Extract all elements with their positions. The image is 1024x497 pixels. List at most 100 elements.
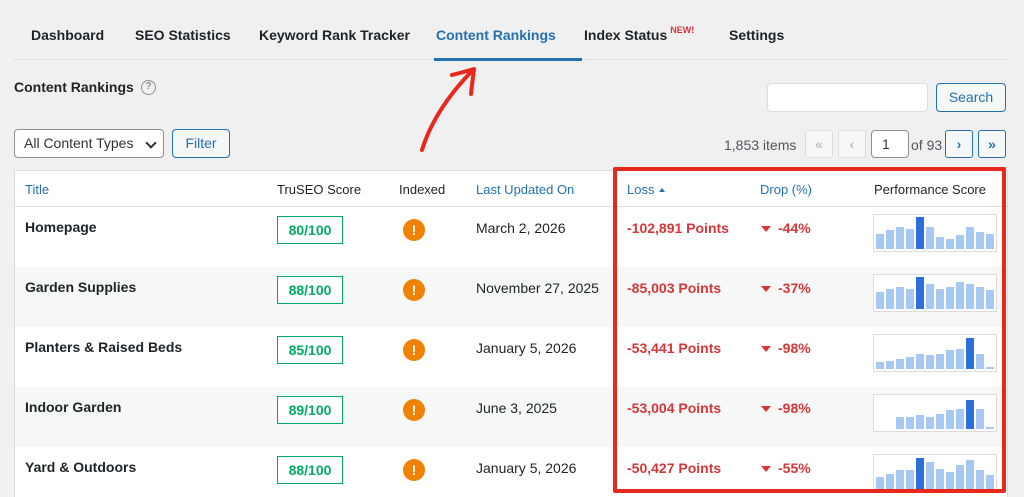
tab-content-rankings[interactable]: Content Rankings <box>436 0 556 60</box>
drop-percent: -98% <box>761 400 811 416</box>
caret-down-icon <box>761 346 771 352</box>
sparkline-bar <box>976 408 984 429</box>
sparkline-bar <box>926 355 934 369</box>
drop-value: -44% <box>778 220 811 236</box>
content-rankings-table: Title TruSEO Score Indexed Last Updated … <box>14 170 1008 497</box>
performance-sparkline <box>873 214 997 252</box>
column-loss-label: Loss <box>627 182 655 197</box>
last-updated-date: November 27, 2025 <box>476 280 599 296</box>
sparkline-bar <box>946 410 954 429</box>
column-last-updated[interactable]: Last Updated On <box>476 182 574 197</box>
sparkline-bar <box>896 417 904 429</box>
sparkline-bar <box>976 353 984 369</box>
tab-seo-statistics[interactable]: SEO Statistics <box>135 0 231 60</box>
sparkline-bar <box>876 477 884 489</box>
page-total: of 93 <box>911 137 943 153</box>
sparkline-bar <box>986 367 994 369</box>
sort-ascending-icon <box>659 188 666 192</box>
first-page-button[interactable]: « <box>805 130 833 158</box>
sparkline-bar <box>946 350 954 369</box>
tab-keyword-rank-tracker[interactable]: Keyword Rank Tracker <box>259 0 410 60</box>
row-title[interactable]: Yard & Outdoors <box>25 459 136 475</box>
sparkline-bar <box>976 286 984 309</box>
page-title: Content Rankings <box>14 79 134 95</box>
sparkline-bar <box>966 283 974 309</box>
sparkline-bar <box>876 362 884 369</box>
sparkline-bar <box>956 408 964 429</box>
sparkline-bar <box>896 470 904 489</box>
drop-percent: -98% <box>761 340 811 356</box>
table-row: Garden Supplies 88/100! November 27, 2025 -… <box>15 267 1007 327</box>
sparkline-bar <box>946 472 954 489</box>
prev-page-button[interactable]: ‹ <box>838 130 866 158</box>
row-title[interactable]: Planters & Raised Beds <box>25 339 182 355</box>
last-updated-date: March 2, 2026 <box>476 220 566 236</box>
search-button[interactable]: Search <box>936 83 1006 112</box>
performance-sparkline <box>873 454 997 492</box>
truseo-score-badge: 85/100 <box>277 336 343 364</box>
drop-value: -98% <box>778 340 811 356</box>
annotation-arrow <box>420 67 476 152</box>
warning-exclamation-icon[interactable]: ! <box>403 279 425 301</box>
warning-exclamation-icon[interactable]: ! <box>403 399 425 421</box>
question-circle-icon[interactable]: ? <box>141 80 156 95</box>
next-page-button[interactable]: › <box>945 130 973 158</box>
tab-label: Content Rankings <box>436 27 556 43</box>
drop-value: -55% <box>778 460 811 476</box>
sparkline-bar <box>926 417 934 429</box>
sparkline-bar <box>966 226 974 249</box>
current-page-input[interactable] <box>871 130 909 158</box>
caret-down-icon <box>761 466 771 472</box>
nav-tabs: Dashboard SEO Statistics Keyword Rank Tr… <box>14 0 1008 61</box>
row-title[interactable]: Garden Supplies <box>25 279 136 295</box>
sparkline-bar <box>906 417 914 429</box>
sparkline-bar <box>906 470 914 489</box>
warning-exclamation-icon[interactable]: ! <box>403 219 425 241</box>
sparkline-bar <box>976 470 984 489</box>
filter-button[interactable]: Filter <box>172 129 230 158</box>
last-updated-date: June 3, 2025 <box>476 400 557 416</box>
sparkline-bar <box>876 292 884 309</box>
tab-label: Keyword Rank Tracker <box>259 27 410 43</box>
truseo-score-badge: 88/100 <box>277 456 343 484</box>
sparkline-bar <box>986 290 994 309</box>
sparkline-bar <box>936 413 944 429</box>
tab-label: SEO Statistics <box>135 27 231 43</box>
column-title[interactable]: Title <box>25 182 49 197</box>
content-type-selected: All Content Types <box>24 135 134 151</box>
active-tab-indicator <box>434 58 582 61</box>
sparkline-bar <box>936 288 944 309</box>
drop-percent: -37% <box>761 280 811 296</box>
column-loss[interactable]: Loss <box>627 182 666 197</box>
sparkline-bar <box>936 237 944 249</box>
tab-settings[interactable]: Settings <box>729 0 784 60</box>
sparkline-bar <box>936 353 944 369</box>
table-row: Homepage 80/100! March 2, 2026 -102,891 Poi… <box>15 207 1007 267</box>
sparkline-bar <box>916 458 924 489</box>
items-count: 1,853 items <box>724 137 797 153</box>
drop-percent: -55% <box>761 460 811 476</box>
row-title[interactable]: Indoor Garden <box>25 399 121 415</box>
sparkline-bar <box>926 283 934 309</box>
search-input[interactable] <box>767 83 928 112</box>
column-truseo-score: TruSEO Score <box>277 182 362 197</box>
truseo-score-badge: 88/100 <box>277 276 343 304</box>
tab-dashboard[interactable]: Dashboard <box>31 0 104 60</box>
sparkline-bar <box>876 233 884 249</box>
column-drop[interactable]: Drop (%) <box>760 182 812 197</box>
warning-exclamation-icon[interactable]: ! <box>403 459 425 481</box>
sparkline-bar <box>906 288 914 309</box>
content-type-select[interactable]: All Content Types <box>14 129 164 158</box>
drop-value: -37% <box>778 280 811 296</box>
sparkline-bar <box>966 400 974 429</box>
tab-label: Index Status <box>584 27 668 43</box>
truseo-score-badge: 80/100 <box>277 216 343 244</box>
warning-exclamation-icon[interactable]: ! <box>403 339 425 361</box>
row-title[interactable]: Homepage <box>25 219 97 235</box>
loss-points: -85,003 Points <box>627 280 722 296</box>
tab-index-status[interactable]: Index Status NEW! <box>584 0 694 60</box>
last-page-button[interactable]: » <box>978 130 1006 158</box>
sparkline-bar <box>916 353 924 369</box>
sparkline-bar <box>916 216 924 249</box>
sparkline-bar <box>976 232 984 249</box>
